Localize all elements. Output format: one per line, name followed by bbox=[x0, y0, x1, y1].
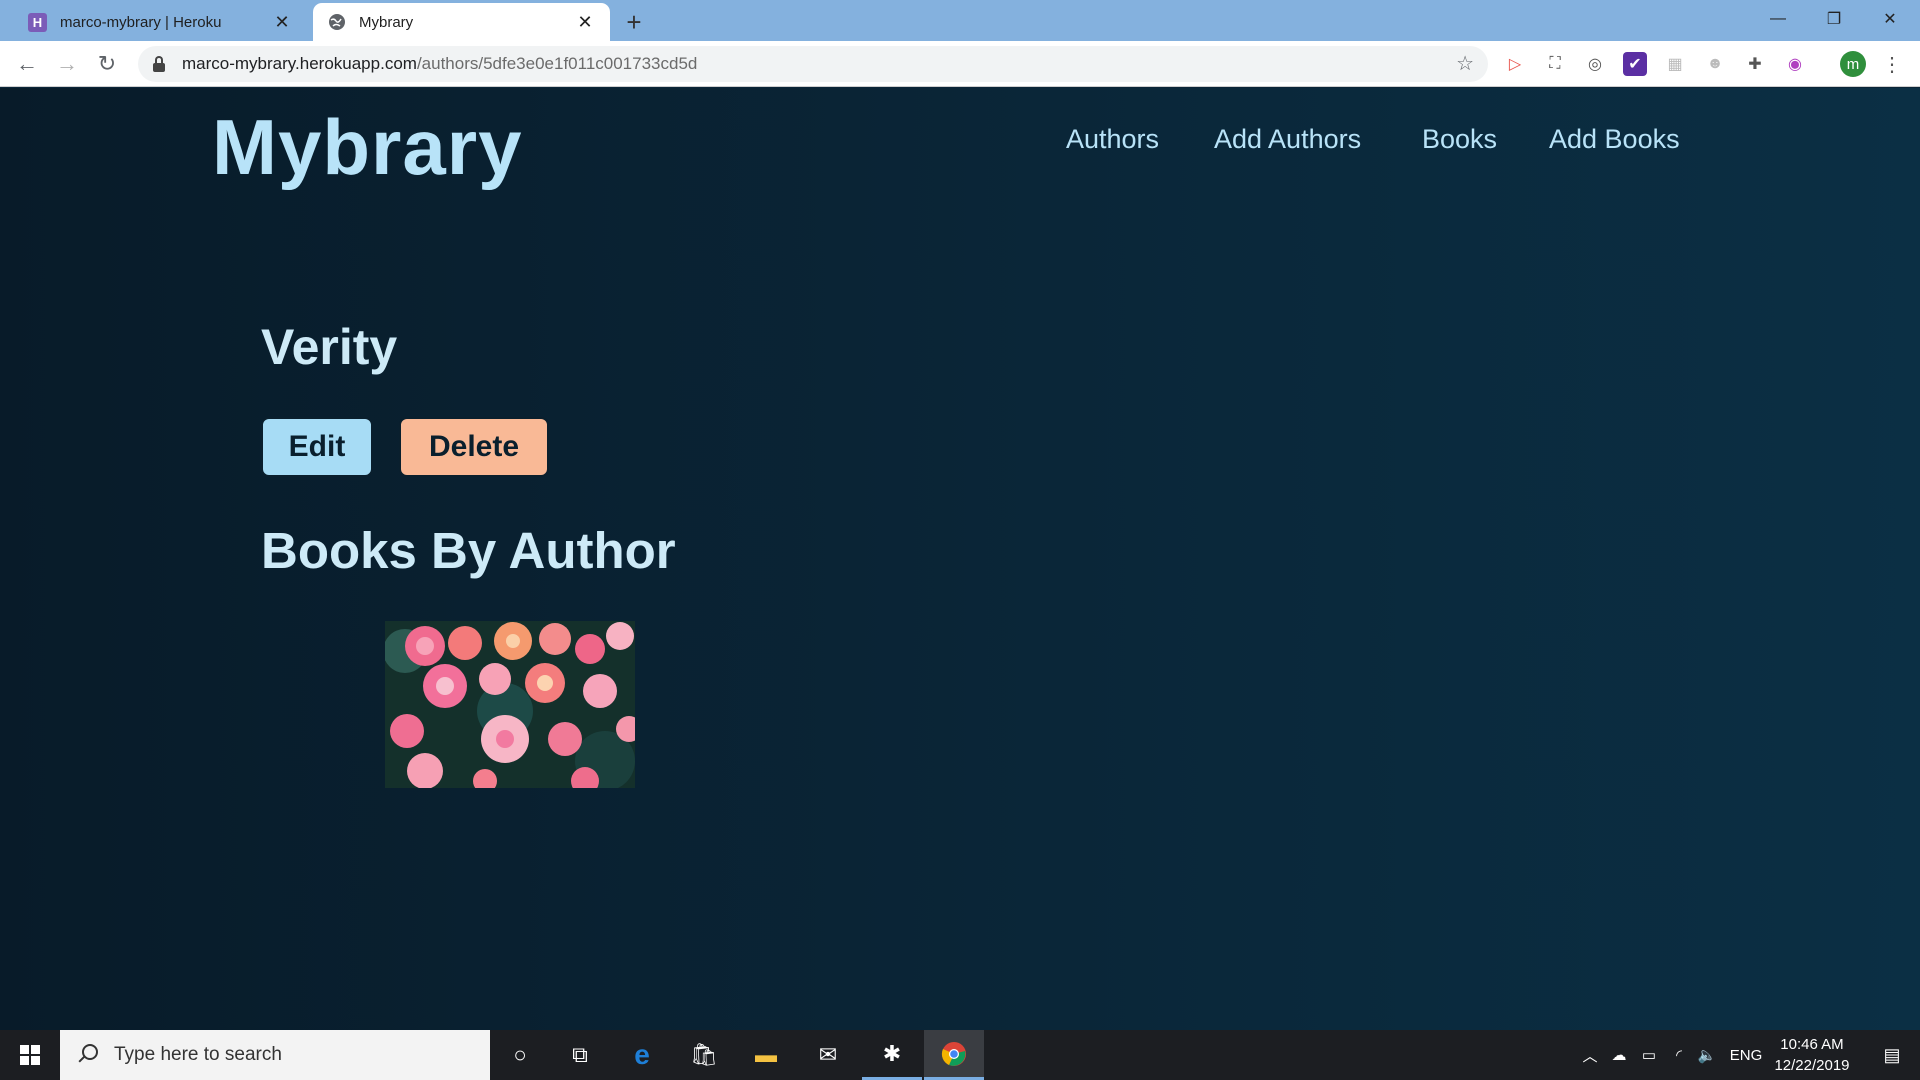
close-tab-icon[interactable]: ✕ bbox=[271, 11, 293, 33]
minimize-icon[interactable]: — bbox=[1750, 0, 1806, 38]
check-extension-icon[interactable]: ✔ bbox=[1623, 52, 1647, 76]
windows-start-icon[interactable] bbox=[0, 1030, 60, 1080]
task-view-icon[interactable]: ⧉ bbox=[550, 1030, 610, 1080]
slack-icon[interactable]: ✱ bbox=[862, 1030, 922, 1080]
site-brand[interactable]: Mybrary bbox=[212, 102, 522, 193]
edge-icon[interactable]: e bbox=[612, 1030, 672, 1080]
battery-icon[interactable]: ▭ bbox=[1636, 1030, 1662, 1080]
page-body: Mybrary Authors Add Authors Books Add Bo… bbox=[0, 88, 1920, 1030]
nav-add-books[interactable]: Add Books bbox=[1549, 124, 1680, 155]
tab-title: marco-mybrary | Heroku bbox=[60, 13, 222, 31]
wifi-icon[interactable]: ◜ bbox=[1666, 1030, 1692, 1080]
show-hidden-icons[interactable]: ︿ bbox=[1578, 1030, 1602, 1080]
broadcast-extension-icon[interactable]: ◉ bbox=[1783, 52, 1807, 76]
books-by-author-heading: Books By Author bbox=[261, 522, 676, 579]
new-tab-icon[interactable]: + bbox=[620, 7, 648, 37]
address-bar[interactable]: marco-mybrary.herokuapp.com/authors/5dfe… bbox=[138, 46, 1488, 82]
language-indicator[interactable]: ENG bbox=[1726, 1030, 1766, 1080]
file-explorer-icon[interactable]: ▬ bbox=[736, 1030, 796, 1080]
forward-icon[interactable]: → bbox=[52, 49, 82, 79]
nav-authors[interactable]: Authors bbox=[1066, 124, 1159, 155]
volume-icon[interactable]: 🔈 bbox=[1694, 1030, 1720, 1080]
restore-icon[interactable]: ❐ bbox=[1806, 0, 1862, 38]
action-center-icon[interactable]: ▤ bbox=[1864, 1030, 1920, 1080]
grid-extension-icon[interactable]: ▦ bbox=[1663, 52, 1687, 76]
store-icon[interactable]: 🛍 bbox=[674, 1030, 734, 1080]
author-name: Verity bbox=[261, 319, 398, 375]
taskbar-search[interactable]: Type here to search bbox=[60, 1030, 490, 1080]
reload-icon[interactable]: ↻ bbox=[92, 49, 122, 79]
clock-date: 12/22/2019 bbox=[1774, 1057, 1850, 1074]
tab-heroku[interactable]: H marco-mybrary | Heroku ✕ bbox=[14, 3, 307, 41]
chrome-icon[interactable] bbox=[924, 1030, 984, 1080]
delete-button[interactable]: Delete bbox=[399, 417, 549, 477]
close-tab-icon[interactable]: ✕ bbox=[574, 11, 596, 33]
search-icon bbox=[76, 1044, 98, 1066]
tab-title: Mybrary bbox=[359, 13, 414, 31]
tab-strip: H marco-mybrary | Heroku ✕ Mybrary ✕ + —… bbox=[0, 0, 1920, 41]
heroku-icon: H bbox=[28, 12, 47, 32]
bookmark-star-icon[interactable]: ☆ bbox=[1456, 51, 1474, 76]
cast-extension-icon[interactable]: ▷ bbox=[1503, 52, 1527, 76]
clock[interactable]: 10:46 AM 12/22/2019 bbox=[1762, 1034, 1862, 1076]
search-placeholder: Type here to search bbox=[114, 1044, 282, 1065]
screenshot-extension-icon[interactable]: ⛶ bbox=[1543, 52, 1567, 76]
face-extension-icon[interactable]: ☻ bbox=[1703, 52, 1727, 76]
menu-kebab-icon[interactable]: ⋮ bbox=[1880, 52, 1904, 76]
browser-toolbar: ← → ↻ marco-mybrary.herokuapp.com/author… bbox=[0, 41, 1920, 87]
cortana-icon[interactable]: ○ bbox=[490, 1030, 550, 1080]
onedrive-icon[interactable]: ☁ bbox=[1606, 1030, 1632, 1080]
puzzle-extension-icon[interactable]: ✚ bbox=[1743, 52, 1767, 76]
book-cover-image[interactable] bbox=[385, 621, 635, 788]
profile-avatar[interactable]: m bbox=[1840, 51, 1866, 77]
edit-button[interactable]: Edit bbox=[261, 417, 373, 477]
globe-icon bbox=[327, 13, 346, 32]
windows-taskbar: Type here to search ○ ⧉ e 🛍 ▬ ✉ ✱ ︿ ☁ ▭ … bbox=[0, 1030, 1920, 1080]
tab-mybrary[interactable]: Mybrary ✕ bbox=[313, 3, 610, 41]
nav-add-authors[interactable]: Add Authors bbox=[1214, 124, 1361, 155]
back-icon[interactable]: ← bbox=[12, 49, 42, 79]
lock-icon bbox=[152, 56, 166, 72]
nav-books[interactable]: Books bbox=[1422, 124, 1497, 155]
close-window-icon[interactable]: ✕ bbox=[1862, 0, 1918, 38]
clock-time: 10:46 AM bbox=[1780, 1036, 1844, 1053]
extension-circle-icon[interactable]: ◎ bbox=[1583, 52, 1607, 76]
mail-icon[interactable]: ✉ bbox=[798, 1030, 858, 1080]
url-text[interactable]: marco-mybrary.herokuapp.com/authors/5dfe… bbox=[182, 54, 697, 74]
